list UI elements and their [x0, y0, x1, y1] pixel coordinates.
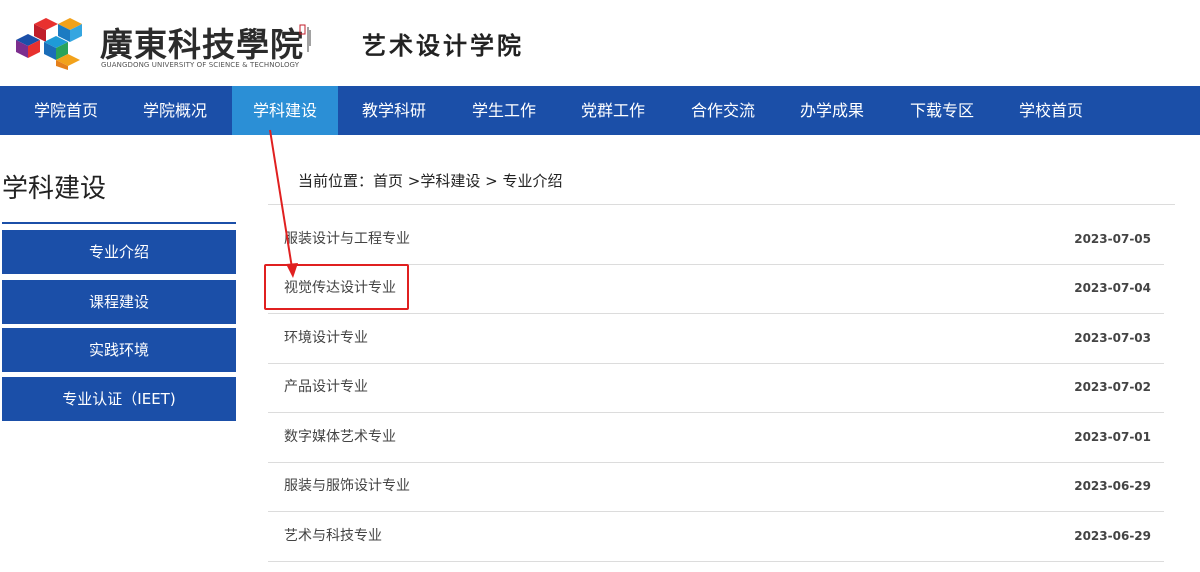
nav-item-party-work[interactable]: 党群工作 [560, 86, 666, 135]
list-item-date: 2023-06-29 [1074, 479, 1151, 493]
list-item-title[interactable]: 数字媒体艺术专业 [284, 413, 396, 462]
list-item[interactable]: 服装与服饰设计专业 2023-06-29 [268, 462, 1164, 512]
breadcrumb: 当前位置：首页 >学科建设 > 专业介绍 [298, 172, 563, 190]
university-name-cn[interactable]: 廣東科技學院 [100, 18, 304, 66]
list-item-date: 2023-07-02 [1074, 380, 1151, 394]
list-item[interactable]: 环境设计专业 2023-07-03 [268, 314, 1164, 364]
list-item[interactable]: 产品设计专业 2023-07-02 [268, 363, 1164, 413]
sidebar-title: 学科建设 [2, 174, 107, 204]
nav-item-student-work[interactable]: 学生工作 [451, 86, 557, 135]
list-item-title[interactable]: 产品设计专业 [284, 363, 368, 412]
list-item[interactable]: 服装设计与工程专业 2023-07-05 [268, 215, 1164, 265]
list-item-title[interactable]: 艺术与科技专业 [284, 512, 382, 561]
university-logo-icon[interactable] [14, 16, 92, 72]
list-item-date: 2023-07-04 [1074, 281, 1151, 295]
university-name-en: GUANGDONG UNIVERSITY OF SCIENCE & TECHNO… [101, 61, 300, 69]
nav-item-discipline[interactable]: 学科建设 [232, 86, 338, 135]
nav-item-home[interactable]: 学院首页 [13, 86, 119, 135]
nav-item-cooperation[interactable]: 合作交流 [670, 86, 776, 135]
sidebar-item-certification[interactable]: 专业认证（IEET) [2, 377, 236, 421]
list-item-title[interactable]: 服装与服饰设计专业 [284, 462, 410, 511]
sidebar-item-major-intro[interactable]: 专业介绍 [2, 230, 236, 274]
site-header: 廣東科技學院 GUANGDONG UNIVERSITY OF SCIENCE &… [0, 0, 1200, 86]
nav-item-teaching-research[interactable]: 教学科研 [341, 86, 447, 135]
list-item-date: 2023-06-29 [1074, 529, 1151, 543]
list-item-title[interactable]: 服装设计与工程专业 [284, 215, 410, 264]
annotation-highlight-box [264, 264, 409, 310]
nav-item-achievements[interactable]: 办学成果 [779, 86, 885, 135]
seal-icon [299, 24, 311, 52]
sidebar-item-course-construction[interactable]: 课程建设 [2, 280, 236, 324]
school-name: 艺术设计学院 [362, 31, 524, 60]
list-item[interactable]: 艺术与科技专业 2023-06-29 [268, 512, 1164, 562]
list-item-date: 2023-07-01 [1074, 430, 1151, 444]
list-item-date: 2023-07-05 [1074, 232, 1151, 246]
main-nav: 学院首页 学院概况 学科建设 教学科研 学生工作 党群工作 合作交流 办学成果 … [0, 86, 1200, 135]
sidebar-divider [2, 222, 236, 224]
nav-item-downloads[interactable]: 下载专区 [889, 86, 995, 135]
nav-item-school-home[interactable]: 学校首页 [998, 86, 1104, 135]
list-item-title[interactable]: 环境设计专业 [284, 314, 368, 363]
sidebar-item-practice-environment[interactable]: 实践环境 [2, 328, 236, 372]
list-item-date: 2023-07-03 [1074, 331, 1151, 345]
list-item[interactable]: 数字媒体艺术专业 2023-07-01 [268, 413, 1164, 463]
divider [268, 204, 1175, 205]
nav-item-overview[interactable]: 学院概况 [122, 86, 228, 135]
